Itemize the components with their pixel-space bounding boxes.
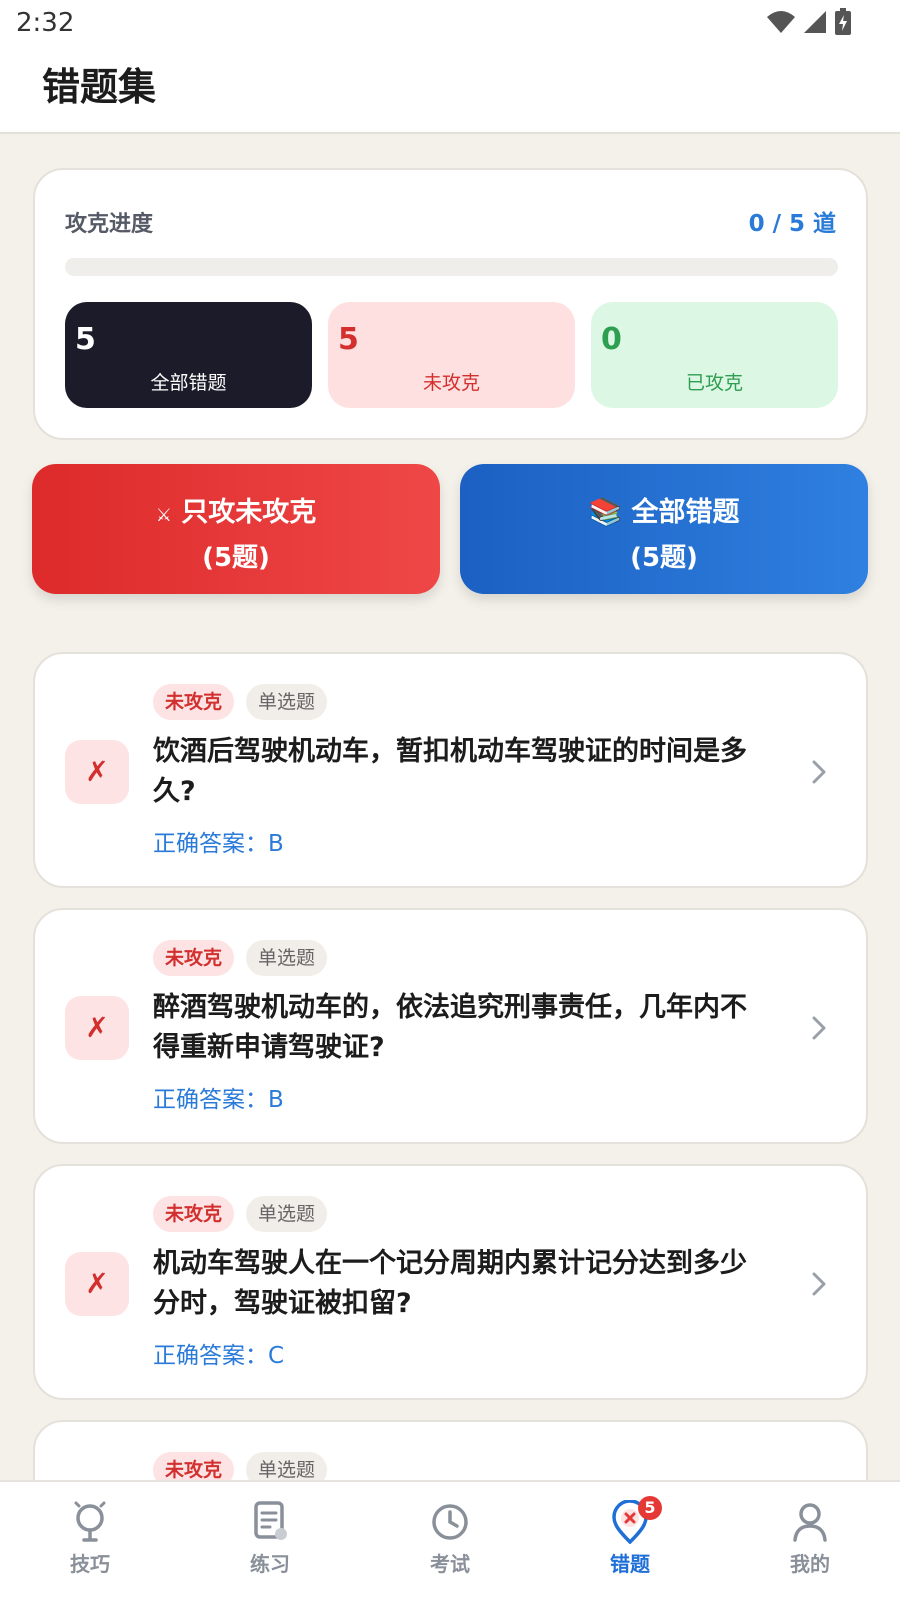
correct-answer: 正确答案：C xyxy=(153,1343,285,1369)
page-title: 错题集 xyxy=(42,65,157,109)
stat-value: 5 xyxy=(338,322,359,357)
tab-label: 练习 xyxy=(250,1552,290,1576)
attack-unconquered-button[interactable]: ⚔ 只攻未攻克 (5题) xyxy=(32,464,440,594)
correct-answer: 正确答案：B xyxy=(153,831,284,857)
button-label: 只攻未攻克 xyxy=(181,497,317,528)
tab-label: 考试 xyxy=(430,1552,470,1576)
tab-practice[interactable]: 练习 xyxy=(210,1496,330,1592)
stat-all-mistakes[interactable]: 5 全部错题 xyxy=(65,302,312,408)
button-count: (5题) xyxy=(630,543,698,573)
tab-label: 我的 xyxy=(790,1552,830,1576)
chevron-right-icon xyxy=(812,1016,826,1040)
button-count: (5题) xyxy=(202,543,270,573)
clock-icon xyxy=(432,1504,468,1540)
user-icon xyxy=(793,1503,827,1542)
app-header: 错题集 xyxy=(0,50,900,134)
status-bar: 2:32 xyxy=(0,0,900,50)
status-time: 2:32 xyxy=(16,8,75,38)
tab-tips[interactable]: 技巧 xyxy=(30,1496,150,1592)
tab-badge: 5 xyxy=(638,1496,662,1520)
question-card[interactable]: ✗ 未攻克 单选题 xyxy=(33,1420,868,1480)
progress-label: 攻克进度 xyxy=(65,212,154,237)
button-label: 全部错题 xyxy=(631,497,740,528)
tab-exam[interactable]: 考试 xyxy=(390,1496,510,1592)
signal-icon xyxy=(804,11,826,33)
tab-label: 错题 xyxy=(610,1552,650,1576)
bottom-tab-bar: 技巧 练习 考试 5 错题 我的 xyxy=(0,1480,900,1600)
stat-label: 已攻克 xyxy=(685,372,743,394)
stat-value: 0 xyxy=(601,322,622,357)
books-icon: 📚 xyxy=(588,497,623,528)
status-icons xyxy=(766,8,852,36)
type-badge: 单选题 xyxy=(246,1196,328,1232)
stat-unconquered[interactable]: 5 未攻克 xyxy=(328,302,575,408)
status-badge: 未攻克 xyxy=(153,940,235,976)
battery-icon xyxy=(835,8,851,35)
chevron-right-icon xyxy=(812,760,826,784)
type-badge: 单选题 xyxy=(246,684,328,720)
question-text: 机动车驾驶人在一个记分周期内累计记分达到多少分时，驾驶证被扣留? xyxy=(153,1248,747,1319)
stat-conquered[interactable]: 0 已攻克 xyxy=(591,302,838,408)
progress-count: 0 / 5 道 xyxy=(748,211,836,237)
status-badge: 未攻克 xyxy=(153,684,235,720)
wrong-mark-icon: ✗ xyxy=(65,1252,129,1316)
progress-bar xyxy=(65,258,838,276)
tab-mistakes[interactable]: 5 错题 xyxy=(570,1496,690,1592)
question-card[interactable]: ✗ 未攻克 单选题 饮酒后驾驶机动车，暂扣机动车驾驶证的时间是多久? 正确答案：… xyxy=(33,652,868,888)
status-badge: 未攻克 xyxy=(153,1196,235,1232)
question-text: 饮酒后驾驶机动车，暂扣机动车驾驶证的时间是多久? xyxy=(153,736,747,807)
tab-profile[interactable]: 我的 xyxy=(750,1496,870,1592)
all-mistakes-button[interactable]: 📚 全部错题 (5题) xyxy=(460,464,868,594)
chevron-right-icon xyxy=(812,1272,826,1296)
wifi-icon xyxy=(767,11,795,33)
wrong-mark-icon: ✗ xyxy=(65,996,129,1060)
stat-label: 全部错题 xyxy=(150,372,227,394)
question-list[interactable]: ✗ 未攻克 单选题 饮酒后驾驶机动车，暂扣机动车驾驶证的时间是多久? 正确答案：… xyxy=(33,652,868,1480)
status-badge: 未攻克 xyxy=(153,1452,235,1480)
question-card[interactable]: ✗ 未攻克 单选题 醉酒驾驶机动车的，依法追究刑事责任，几年内不得重新申请驾驶证… xyxy=(33,908,868,1144)
progress-card: 攻克进度 0 / 5 道 5 全部错题 5 未攻克 0 已攻克 xyxy=(33,168,868,440)
stat-label: 未攻克 xyxy=(422,372,480,394)
tab-label: 技巧 xyxy=(70,1552,110,1576)
document-icon xyxy=(254,1501,287,1540)
swords-icon: ⚔ xyxy=(155,505,172,526)
correct-answer: 正确答案：B xyxy=(153,1087,284,1113)
question-text: 醉酒驾驶机动车的，依法追究刑事责任，几年内不得重新申请驾驶证? xyxy=(153,992,747,1063)
lightbulb-icon xyxy=(74,1501,106,1542)
question-card[interactable]: ✗ 未攻克 单选题 机动车驾驶人在一个记分周期内累计记分达到多少分时，驾驶证被扣… xyxy=(33,1164,868,1400)
stat-value: 5 xyxy=(75,322,96,357)
wrong-mark-icon: ✗ xyxy=(65,740,129,804)
type-badge: 单选题 xyxy=(246,940,328,976)
type-badge: 单选题 xyxy=(246,1452,328,1480)
